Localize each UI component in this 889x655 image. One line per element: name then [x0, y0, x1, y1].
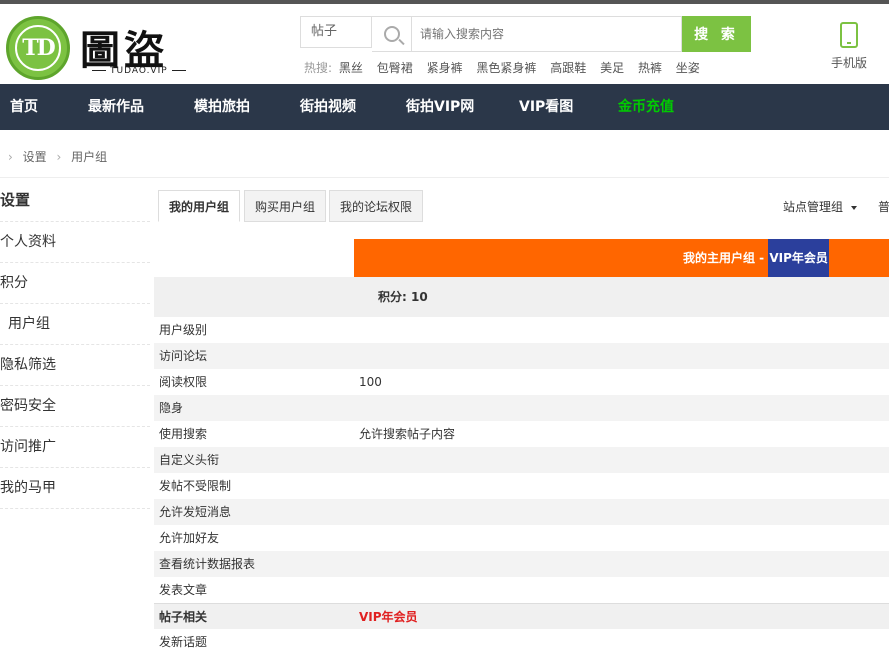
search-icon — [384, 26, 400, 42]
score-value: 积分: 10 — [378, 290, 428, 304]
row-key: 发新话题 — [159, 635, 208, 649]
row-value — [354, 551, 889, 577]
mobile-link[interactable]: 手机版 — [826, 22, 872, 71]
sidebar-item-privacy[interactable]: 隐私筛选 — [0, 345, 150, 386]
hot-term[interactable]: 黑丝 — [339, 61, 363, 75]
hot-term[interactable]: 高跟鞋 — [550, 61, 586, 75]
section-value: VIP年会员 — [354, 604, 889, 629]
row-key: 访问论坛 — [159, 349, 208, 363]
main-group-header: 我的主用户组 - VIP年会员 — [354, 239, 889, 277]
row-value — [354, 473, 889, 499]
search-icon-box — [372, 16, 412, 52]
row-value — [354, 499, 889, 525]
row-value — [354, 447, 889, 473]
nav-latest[interactable]: 最新作品 — [88, 84, 144, 130]
row-value: 允许搜索帖子内容 — [354, 421, 889, 447]
table-row: 隐身 — [154, 395, 889, 421]
overflow-tab[interactable]: 普 — [878, 198, 889, 215]
tab-buy-usergroup[interactable]: 购买用户组 — [244, 190, 327, 222]
row-key: 自定义头衔 — [159, 453, 220, 467]
row-key: 发帖不受限制 — [159, 479, 232, 493]
search-button[interactable]: 搜 索 — [682, 16, 751, 52]
tab-forum-permissions[interactable]: 我的论坛权限 — [329, 190, 424, 222]
hot-term[interactable]: 黑色紧身裤 — [476, 61, 536, 75]
sidebar-item-sockpuppet[interactable]: 我的马甲 — [0, 468, 150, 509]
sidebar-item-password[interactable]: 密码安全 — [0, 386, 150, 427]
breadcrumb: › 设置 › 用户组 — [0, 130, 889, 178]
row-value — [354, 343, 889, 369]
table-row: 阅读权限 100 — [154, 369, 889, 395]
search-input[interactable] — [412, 16, 682, 52]
row-value — [354, 317, 889, 343]
hot-term[interactable]: 坐姿 — [676, 61, 700, 75]
nav-street-video[interactable]: 街拍视频 — [300, 84, 356, 130]
row-value: 100 — [354, 369, 889, 395]
breadcrumb-separator: › — [56, 150, 62, 164]
phone-icon — [840, 22, 858, 48]
sidebar-item-credits[interactable]: 积分 — [0, 263, 150, 304]
sidebar-item-promotion[interactable]: 访问推广 — [0, 427, 150, 468]
sidebar-title: 设置 — [0, 178, 150, 222]
table-row: 使用搜索 允许搜索帖子内容 — [154, 421, 889, 447]
row-key: 查看统计数据报表 — [159, 557, 256, 571]
sidebar-item-usergroup[interactable]: 用户组 — [0, 304, 150, 345]
row-key: 允许发短消息 — [159, 505, 232, 519]
main-group-prefix: 我的主用户组 - — [683, 251, 769, 265]
permission-table: 用户级别 访问论坛 阅读权限 100 隐身 使用搜索 允许搜索帖子内容 自定义头衔 … — [154, 317, 889, 655]
tab-my-usergroup[interactable]: 我的用户组 — [158, 190, 241, 222]
site-admin-dropdown[interactable]: 站点管理组 — [783, 198, 858, 215]
settings-sidebar: 设置 个人资料 积分 用户组 隐私筛选 密码安全 访问推广 我的马甲 — [0, 178, 150, 509]
sidebar-item-profile[interactable]: 个人资料 — [0, 222, 150, 263]
hot-term[interactable]: 美足 — [600, 61, 624, 75]
logo-emblem[interactable]: TD — [6, 16, 70, 80]
hot-searches: 热搜: 黑丝 包臀裙 紧身裤 黑色紧身裤 高跟鞋 美足 热裤 坐姿 — [304, 59, 710, 76]
site-header: TD 圖盜 TUDAO.VIP 帖子 搜 索 热搜: 黑丝 包臀裙 紧身裤 黑色… — [0, 4, 889, 84]
table-row: 访问论坛 — [154, 343, 889, 369]
breadcrumb-separator: › — [8, 150, 13, 164]
table-row: 发表文章 — [154, 577, 889, 603]
main-group-vip: VIP年会员 — [768, 239, 829, 277]
row-key: 使用搜索 — [159, 427, 208, 441]
nav-model-travel[interactable]: 模拍旅拍 — [194, 84, 250, 130]
section-key: 帖子相关 — [159, 610, 208, 624]
table-row: 自定义头衔 — [154, 447, 889, 473]
row-key: 用户级别 — [159, 323, 208, 337]
hot-term[interactable]: 紧身裤 — [427, 61, 463, 75]
breadcrumb-settings[interactable]: 设置 — [23, 150, 47, 164]
mobile-label: 手机版 — [830, 56, 867, 70]
main-nav: 首页 最新作品 模拍旅拍 街拍视频 街拍VIP网 VIP看图 金币充值 — [0, 84, 889, 130]
hot-label: 热搜: — [304, 61, 333, 75]
row-value — [354, 629, 889, 655]
table-row: 允许发短消息 — [154, 499, 889, 525]
logo-text: TD — [15, 25, 61, 71]
row-key: 允许加好友 — [159, 531, 220, 545]
row-key: 隐身 — [159, 401, 184, 415]
hot-term[interactable]: 热裤 — [638, 61, 662, 75]
nav-street-vip[interactable]: 街拍VIP网 — [406, 84, 474, 130]
row-value — [354, 577, 889, 603]
main-group-title: 我的主用户组 - VIP年会员 — [683, 239, 829, 277]
chevron-down-icon — [851, 205, 858, 210]
search-type-select[interactable]: 帖子 — [300, 16, 372, 48]
table-row: 发新话题 — [154, 629, 889, 655]
row-key: 发表文章 — [159, 583, 208, 597]
table-row: 发帖不受限制 — [154, 473, 889, 499]
breadcrumb-usergroup[interactable]: 用户组 — [71, 150, 107, 164]
table-row: 允许加好友 — [154, 525, 889, 551]
table-row: 查看统计数据报表 — [154, 551, 889, 577]
nav-vip-gallery[interactable]: VIP看图 — [519, 84, 573, 130]
table-section-row: 帖子相关 VIP年会员 — [154, 603, 889, 629]
site-admin-label: 站点管理组 — [783, 200, 844, 214]
table-row: 用户级别 — [154, 317, 889, 343]
logo-domain: TUDAO.VIP — [88, 66, 190, 76]
nav-gold-recharge[interactable]: 金币充值 — [618, 84, 674, 130]
score-row: 积分: 10 — [154, 277, 889, 317]
row-value — [354, 525, 889, 551]
nav-home[interactable]: 首页 — [10, 84, 38, 130]
row-key: 阅读权限 — [159, 375, 208, 389]
row-value — [354, 395, 889, 421]
hot-term[interactable]: 包臀裙 — [377, 61, 413, 75]
search-bar: 帖子 搜 索 — [300, 16, 751, 52]
